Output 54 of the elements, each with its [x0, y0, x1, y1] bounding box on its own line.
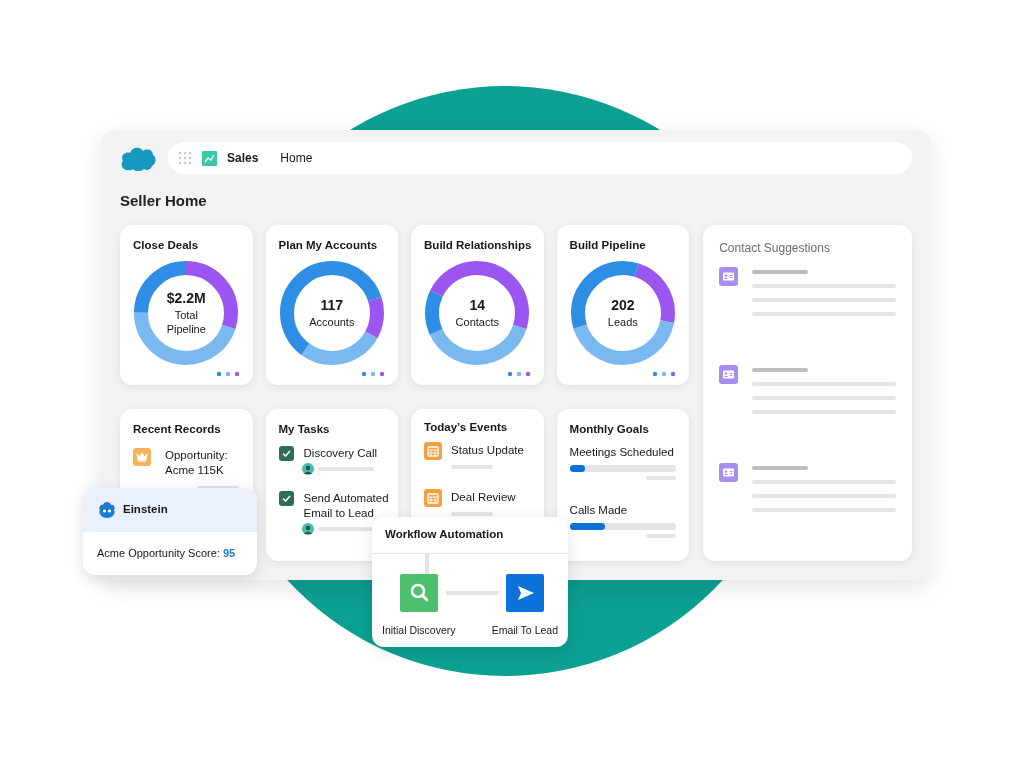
task-checkbox[interactable]: [278, 445, 294, 461]
metric-value: 14: [469, 297, 486, 315]
task-title[interactable]: Send Automated Email to Lead: [303, 490, 390, 521]
avatar-icon: [301, 522, 314, 535]
record-title[interactable]: Opportunity: Acme 115K: [165, 447, 245, 478]
einstein-title: Einstein: [123, 502, 168, 518]
chart-app-icon: [202, 150, 217, 166]
home-tab[interactable]: Home: [280, 149, 313, 167]
card-title: Close Deals: [133, 237, 200, 253]
send-icon: [505, 574, 544, 612]
contact-card-icon: [719, 364, 739, 384]
app-name: Sales: [227, 150, 259, 167]
metric-value: 117: [320, 297, 344, 315]
metric-caption: Leads: [606, 314, 639, 329]
pagination-dots-icon: [506, 370, 531, 377]
card-title: My Tasks: [278, 421, 331, 437]
workflow-title: Workflow Automation: [385, 527, 504, 543]
search-icon: [399, 574, 438, 612]
card-title: Contact Suggestions: [719, 239, 831, 257]
task-checkbox[interactable]: [278, 490, 294, 506]
checkmark-icon: [281, 494, 291, 502]
event-title[interactable]: Deal Review: [451, 489, 516, 507]
card-title: Monthly Goals: [569, 421, 650, 437]
pagination-dots-icon: [361, 370, 386, 377]
pagination-dots-icon: [652, 370, 677, 377]
card-title: Today’s Events: [424, 419, 509, 435]
card-title: Recent Records: [133, 421, 222, 437]
card-title: Plan My Accounts: [278, 237, 379, 253]
calendar-icon: [424, 489, 443, 507]
goal-label: Calls Made: [569, 503, 629, 518]
avatar-icon: [301, 462, 314, 475]
card-title: Build Pipeline: [569, 237, 647, 253]
step-label: Initial Discovery: [382, 624, 456, 637]
metric-caption: Contacts: [454, 314, 501, 329]
cloud-logo-icon: [120, 145, 156, 171]
score-label: Acme Opportunity Score:: [97, 546, 220, 562]
metric-value: 202: [611, 297, 635, 315]
pagination-dots-icon: [215, 370, 240, 377]
metric-value: $2.2M: [166, 290, 206, 308]
crown-icon: [133, 447, 151, 466]
contact-card-icon: [719, 462, 739, 482]
metric-caption: Accounts: [308, 314, 356, 329]
mascot-icon: [97, 501, 117, 519]
calendar-icon: [424, 441, 443, 460]
checkmark-icon: [281, 449, 291, 457]
step-label: Email To Lead: [491, 624, 558, 637]
task-title[interactable]: Discovery Call: [303, 445, 390, 461]
score-value: 95: [222, 546, 236, 562]
contact-card-icon: [719, 266, 739, 286]
page-title: Seller Home: [120, 191, 208, 211]
metric-caption: Total Pipeline: [165, 307, 207, 336]
goal-label: Meetings Scheduled: [569, 444, 675, 460]
card-title: Build Relationships: [424, 237, 531, 253]
event-title[interactable]: Status Update: [451, 441, 524, 459]
